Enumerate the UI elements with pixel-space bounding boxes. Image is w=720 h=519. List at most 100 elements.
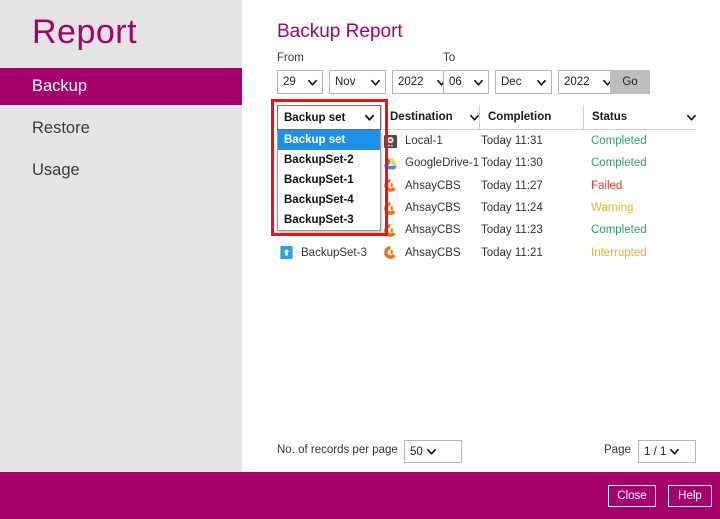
cell-backupset: BackupSet-3 (279, 241, 381, 263)
completion-time: Today 11:24 (481, 202, 543, 214)
ahsay-cbs-icon (383, 178, 398, 193)
destination-label: AhsayCBS (405, 247, 461, 259)
backupset-filter-dropdown[interactable]: Backup set Backup set BackupSet-2 Backup… (277, 105, 381, 231)
dropdown-option-backupset-1[interactable]: BackupSet-1 (278, 170, 380, 190)
status-badge: Warning (591, 202, 633, 214)
dropdown-option-backup-set[interactable]: Backup set (278, 130, 380, 150)
from-label: From (277, 52, 304, 64)
records-per-page-value: 50 (410, 446, 423, 458)
chevron-down-icon (470, 113, 479, 122)
ahsay-cbs-icon (383, 201, 398, 216)
chevron-down-icon (308, 78, 317, 87)
report-window: Report Backup Restore Usage Backup Repor… (0, 0, 720, 519)
page-label: Page (604, 444, 631, 456)
help-button[interactable]: Help (668, 485, 712, 507)
cell-destination: AhsayCBS (383, 219, 479, 241)
cell-completion: Today 11:27 (481, 175, 583, 197)
ahsay-cbs-icon (383, 223, 398, 238)
sidebar-item-backup[interactable]: Backup (0, 68, 242, 105)
cell-completion: Today 11:30 (481, 152, 583, 174)
chevron-down-icon (371, 78, 380, 87)
sidebar: Report Backup Restore Usage (0, 0, 242, 472)
sidebar-item-restore[interactable]: Restore (0, 110, 242, 147)
backupset-filter-options: Backup set BackupSet-2 BackupSet-1 Backu… (277, 130, 381, 231)
completion-time: Today 11:30 (481, 157, 543, 169)
chevron-down-icon (537, 78, 546, 87)
column-header-label: Destination (390, 111, 453, 123)
from-day-select[interactable]: 29 (277, 70, 323, 94)
from-month-select[interactable]: Nov (329, 70, 386, 94)
sidebar-item-usage[interactable]: Usage (0, 152, 242, 189)
dropdown-option-backupset-3[interactable]: BackupSet-3 (278, 210, 380, 230)
column-header-label: Completion (488, 111, 551, 123)
to-month-value: Dec (501, 76, 533, 88)
chevron-down-icon (687, 113, 696, 122)
column-header-label: Status (592, 111, 627, 123)
cell-status: Completed (591, 152, 696, 174)
destination-label: Local-1 (405, 135, 443, 147)
go-button[interactable]: Go (610, 70, 650, 94)
google-drive-icon (383, 156, 398, 171)
chevron-down-icon (474, 78, 483, 87)
report-heading: Backup Report (277, 21, 403, 43)
dropdown-option-backupset-2[interactable]: BackupSet-2 (278, 150, 380, 170)
to-month-select[interactable]: Dec (495, 70, 552, 94)
status-badge: Completed (591, 224, 647, 236)
bottom-action-bar: Close Help (0, 472, 720, 519)
from-month-value: Nov (335, 76, 367, 88)
sidebar-item-label: Usage (32, 161, 80, 179)
ahsay-cbs-icon (383, 245, 398, 260)
status-badge: Interrupted (591, 247, 647, 259)
cell-status: Interrupted (591, 241, 696, 263)
main-panel: Backup Report From To 29 Nov (242, 0, 720, 472)
cell-status: Failed (591, 175, 696, 197)
cell-completion: Today 11:23 (481, 219, 583, 241)
cell-status: Completed (591, 130, 696, 152)
chevron-down-icon (670, 447, 679, 456)
destination-label: AhsayCBS (405, 180, 461, 192)
backupset-label: BackupSet-3 (301, 247, 367, 259)
column-header-completion[interactable]: Completion (479, 105, 583, 129)
page-value: 1 / 1 (644, 446, 666, 458)
column-header-destination[interactable]: Destination (381, 105, 479, 129)
to-label: To (443, 52, 455, 64)
cell-destination: AhsayCBS (383, 175, 479, 197)
to-day-value: 06 (449, 76, 470, 88)
backupset-file-icon (279, 245, 294, 260)
sidebar-item-label: Restore (32, 119, 90, 137)
destination-label: GoogleDrive-1 (405, 157, 479, 169)
to-year-select[interactable]: 2022 (558, 70, 618, 94)
status-badge: Completed (591, 157, 647, 169)
column-header-status[interactable]: Status (583, 105, 696, 129)
cell-status: Completed (591, 219, 696, 241)
completion-time: Today 11:21 (481, 247, 543, 259)
to-year-value: 2022 (564, 76, 599, 88)
cell-completion: Today 11:24 (481, 197, 583, 219)
close-button[interactable]: Close (608, 485, 656, 507)
cell-destination: Local-1 (383, 130, 479, 152)
cell-destination: GoogleDrive-1 (383, 152, 479, 174)
cell-destination: AhsayCBS (383, 241, 479, 263)
chevron-down-icon (427, 447, 436, 456)
cell-completion: Today 11:31 (481, 130, 583, 152)
page-select[interactable]: 1 / 1 (638, 440, 696, 463)
status-badge: Failed (591, 180, 622, 192)
completion-time: Today 11:31 (481, 135, 543, 147)
from-day-value: 29 (283, 76, 304, 88)
table-row[interactable]: BackupSet-3 AhsayCBS Today 11:21 (277, 241, 696, 263)
completion-time: Today 11:23 (481, 224, 543, 236)
status-badge: Completed (591, 135, 647, 147)
to-day-select[interactable]: 06 (443, 70, 489, 94)
cell-status: Warning (591, 197, 696, 219)
cell-destination: AhsayCBS (383, 197, 479, 219)
sidebar-item-label: Backup (32, 77, 87, 95)
backupset-filter-value: Backup set (284, 112, 345, 124)
local-disk-icon (383, 134, 398, 149)
backupset-filter-button[interactable]: Backup set (277, 105, 381, 130)
chevron-down-icon (365, 113, 374, 122)
sidebar-nav: Backup Restore Usage (0, 68, 242, 189)
pagination-controls: No. of records per page 50 Page 1 / 1 (277, 440, 696, 462)
dropdown-option-backupset-4[interactable]: BackupSet-4 (278, 190, 380, 210)
records-per-page-select[interactable]: 50 (404, 440, 462, 463)
destination-label: AhsayCBS (405, 202, 461, 214)
